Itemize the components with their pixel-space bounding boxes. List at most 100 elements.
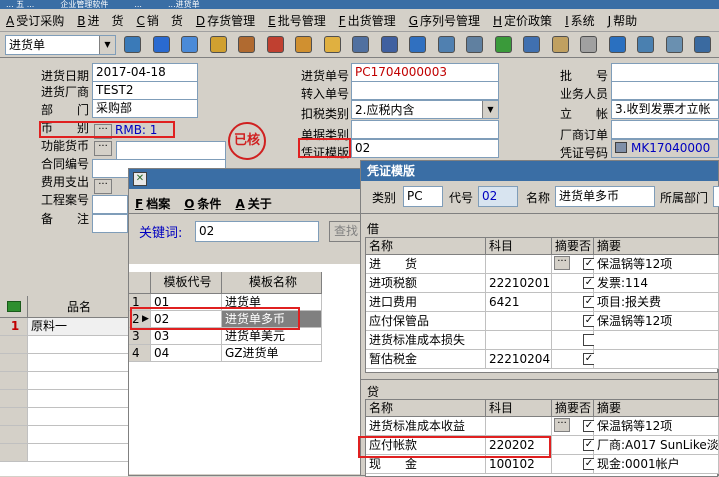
stamp-icon[interactable] — [466, 36, 483, 53]
code-field[interactable]: 02 — [478, 186, 518, 207]
menu-item[interactable]: J 帮助 — [608, 12, 638, 29]
grid-cell-empty[interactable] — [28, 390, 130, 408]
account-picker-button[interactable]: ··· — [554, 418, 570, 432]
batch-field[interactable] — [611, 63, 719, 82]
supplier-order-field[interactable] — [611, 120, 719, 139]
dialog-menu-item[interactable]: F 档案 — [135, 195, 170, 212]
doc-type-select[interactable]: 进货单 ▼ — [5, 35, 116, 55]
check-icon[interactable] — [608, 36, 626, 53]
form-field-left[interactable]: 2017-04-18 — [92, 63, 198, 82]
voucher-column-header[interactable]: 摘要否 — [552, 238, 594, 255]
menu-item[interactable]: C销 货 — [136, 12, 182, 29]
voucher-column-header[interactable]: 摘要 — [594, 238, 719, 255]
grid-cell-empty[interactable] — [28, 444, 130, 462]
voucher-account-cell[interactable]: 22210204 — [486, 350, 552, 369]
account-setup-field[interactable]: 3.收到发票才立帐 — [611, 100, 719, 119]
account-picker-button[interactable]: ··· — [554, 256, 570, 270]
voucher-column-header[interactable]: 科目 — [486, 400, 552, 417]
transfer-number-field[interactable] — [351, 81, 499, 100]
template-name-cell[interactable]: GZ进货单 — [222, 345, 322, 362]
function-currency-button[interactable]: ··· — [94, 141, 112, 156]
salesperson-field[interactable] — [611, 81, 719, 100]
voucher-name-cell[interactable]: 暂估税金 — [366, 350, 486, 369]
voucher-number-field[interactable]: MK17040000 — [611, 139, 719, 158]
grid-icon[interactable] — [523, 36, 540, 53]
help-icon[interactable] — [409, 36, 426, 53]
voucher-column-header[interactable]: 摘要 — [594, 400, 719, 417]
voucher-name-cell[interactable]: 进货标准成本损失 — [366, 331, 486, 350]
voucher-summary-cell[interactable]: 保温锅等12项 — [594, 312, 719, 331]
dialog-menu-item[interactable]: O 条件 — [184, 195, 221, 212]
voucher-name-cell[interactable]: 进项税额 — [366, 274, 486, 293]
voucher-summary-cell[interactable]: 发票:114 — [594, 274, 719, 293]
tree-icon[interactable] — [694, 36, 711, 53]
voucher-name-cell[interactable]: 进货标准成本收益 — [366, 417, 486, 436]
grid-header-name[interactable]: 品名 — [28, 296, 130, 318]
grid-cell-empty[interactable] — [28, 408, 130, 426]
doc-class-field[interactable] — [351, 120, 499, 139]
voucher-column-header[interactable]: 名称 — [366, 238, 486, 255]
money-icon[interactable] — [494, 36, 512, 53]
voucher-summary-cell[interactable]: 现金:0001帐户 — [594, 455, 719, 474]
edit-icon[interactable] — [637, 36, 654, 53]
menu-item[interactable]: E 批号管理 — [268, 12, 326, 29]
menu-item[interactable]: D 存货管理 — [196, 12, 255, 29]
template-code-cell[interactable]: 03 — [151, 328, 222, 345]
menu-item[interactable]: I 系统 — [565, 12, 595, 29]
printer-icon[interactable] — [352, 36, 369, 53]
voucher-account-cell[interactable] — [486, 312, 552, 331]
grid-cell-empty[interactable] — [28, 336, 130, 354]
grid-corner[interactable] — [0, 296, 28, 318]
doc-icon[interactable] — [580, 36, 597, 53]
find-icon[interactable] — [665, 36, 683, 53]
menu-item[interactable]: F 出货管理 — [339, 12, 396, 29]
voucher-name-cell[interactable]: 应付保管品 — [366, 312, 486, 331]
person-icon[interactable] — [437, 36, 455, 53]
function-currency-field[interactable] — [116, 141, 226, 160]
phone-icon[interactable] — [181, 36, 198, 53]
people-icon[interactable] — [295, 36, 312, 53]
note-icon[interactable] — [323, 36, 341, 53]
voucher-account-cell[interactable]: 6421 — [486, 293, 552, 312]
home-icon[interactable] — [266, 36, 284, 53]
voucher-name-cell[interactable]: 进口费用 — [366, 293, 486, 312]
voucher-account-cell[interactable] — [486, 255, 552, 274]
dept-field[interactable] — [713, 186, 719, 207]
expense-button[interactable]: ··· — [94, 179, 112, 194]
menu-item[interactable]: H 定价政策 — [493, 12, 552, 29]
voucher-account-cell[interactable]: 22210201 — [486, 274, 552, 293]
template-code-cell[interactable]: 04 — [151, 345, 222, 362]
dialog-menu-item[interactable]: A 关于 — [235, 195, 271, 212]
doc-number-field[interactable]: PC1704000003 — [351, 63, 499, 82]
column-header-name[interactable]: 模板名称 — [222, 272, 322, 294]
grid-cell-name[interactable]: 原料一 — [28, 318, 130, 336]
voucher-account-cell[interactable] — [486, 331, 552, 350]
name-field[interactable]: 进货单多币 — [555, 186, 655, 207]
voucher-account-cell[interactable] — [486, 417, 552, 436]
voucher-summary-cell[interactable] — [594, 350, 719, 369]
voucher-column-header[interactable]: 科目 — [486, 238, 552, 255]
tray-icon[interactable] — [551, 36, 569, 53]
chevron-down-icon[interactable]: ▼ — [99, 36, 115, 54]
export-icon[interactable] — [152, 36, 170, 53]
briefcase-icon[interactable] — [238, 36, 255, 53]
menu-item[interactable]: A 受订采购 — [6, 12, 64, 29]
voucher-summary-cell[interactable]: 保温锅等12项 — [594, 255, 719, 274]
voucher-template-field[interactable]: 02 — [351, 139, 499, 158]
voucher-column-header[interactable]: 摘要否 — [552, 400, 594, 417]
category-field[interactable]: PC — [403, 186, 443, 207]
voucher-summary-cell[interactable]: 项目:报关费 — [594, 293, 719, 312]
voucher-column-header[interactable]: 名称 — [366, 400, 486, 417]
grid-cell-empty[interactable] — [28, 426, 130, 444]
grid-cell-empty[interactable] — [28, 372, 130, 390]
form-field-left[interactable]: TEST2 — [92, 81, 198, 100]
tax-type-select[interactable]: 2.应税内含 ▼ — [351, 100, 499, 119]
menu-item[interactable]: G 序列号管理 — [409, 12, 480, 29]
grid-cell-empty[interactable] — [28, 354, 130, 372]
keyword-input[interactable]: 02 — [195, 221, 319, 242]
voucher-summary-cell[interactable]: 厂商:A017 SunLike淡 — [594, 436, 719, 455]
search-button[interactable]: 查找 — [329, 221, 363, 242]
menu-item[interactable]: B进 货 — [77, 12, 123, 29]
column-header-code[interactable]: 模板代号 — [151, 272, 222, 294]
voucher-summary-cell[interactable] — [594, 331, 719, 350]
